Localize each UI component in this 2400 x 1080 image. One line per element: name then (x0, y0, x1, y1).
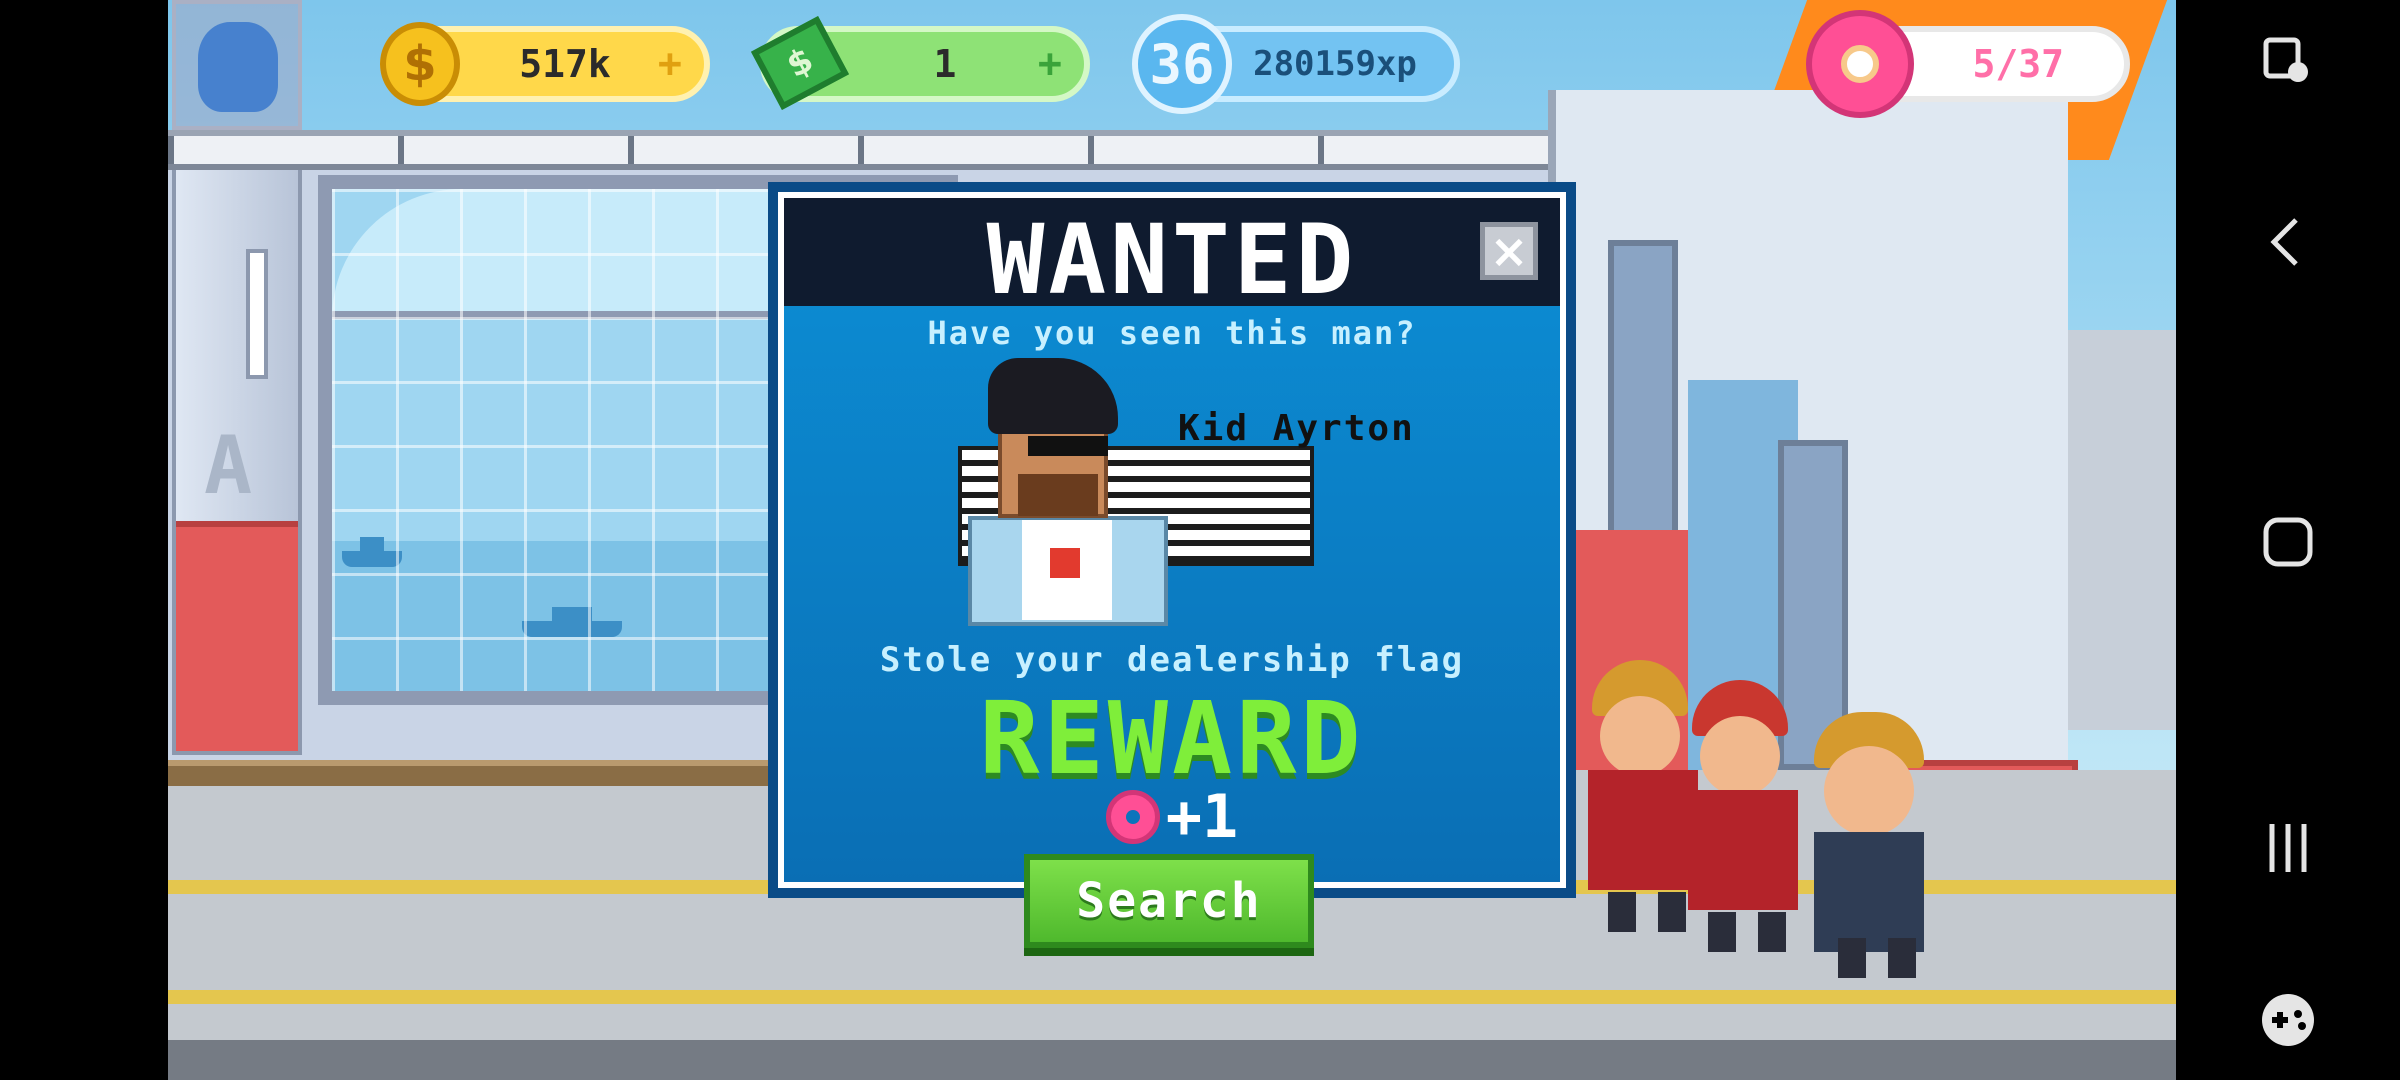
android-nav-bar (2176, 0, 2400, 1080)
add-coins-button[interactable]: + (658, 41, 682, 87)
level-value: 36 (1149, 32, 1215, 96)
overpass (2068, 330, 2176, 730)
donut-icon (1105, 790, 1160, 844)
reward-row: +1 (778, 782, 1566, 852)
reward-amount: +1 (1165, 782, 1239, 852)
floor-rail (168, 760, 768, 786)
donut-icon (1806, 10, 1914, 118)
floor-stripe (168, 990, 2176, 1004)
suspect-beard (1018, 474, 1098, 516)
railing (168, 130, 1608, 170)
add-cash-button[interactable]: + (1038, 41, 1062, 87)
suspect-sunglasses (1028, 436, 1108, 456)
level-badge-icon: 36 (1132, 14, 1232, 114)
suspect-shirt-logo (1050, 548, 1080, 578)
suspect-name: Kid Ayrton (1178, 408, 1415, 449)
donut-value: 5/37 (1972, 42, 2064, 86)
worker-character[interactable] (1688, 680, 1828, 980)
avatar-icon (198, 22, 278, 112)
wall-light (246, 249, 268, 379)
game-viewport[interactable]: A 517k + $ 1 + $ 280159xp 36 5/37 WANTED… (168, 0, 2176, 1080)
dialog-title: WANTED (986, 204, 1358, 316)
screen-lock-icon[interactable] (2246, 18, 2330, 102)
wanted-dialog: WANTED × Have you seen this man? Kid Ayr… (768, 182, 1576, 898)
pillar-base (176, 521, 298, 751)
coins-value: 517k (519, 42, 611, 86)
suspect-mugshot (958, 352, 1338, 626)
player-avatar[interactable] (172, 0, 302, 130)
search-button[interactable]: Search (1024, 854, 1314, 948)
back-icon[interactable] (2246, 200, 2330, 284)
reward-label: REWARD (979, 680, 1365, 797)
cash-value: 1 (933, 42, 957, 86)
floor-edge (168, 1040, 2176, 1080)
worker-character[interactable] (1808, 712, 1958, 978)
close-button[interactable]: × (1480, 222, 1538, 280)
pillar: A (172, 165, 302, 755)
pillar-letter: A (204, 419, 253, 512)
suspect-hair (988, 358, 1118, 434)
crime-description: Stole your dealership flag (879, 640, 1465, 680)
recents-icon[interactable] (2246, 806, 2330, 890)
dialog-header: WANTED (784, 198, 1560, 316)
coin-icon: $ (380, 22, 460, 106)
dialog-subtitle: Have you seen this man? (927, 314, 1417, 352)
game-tools-icon[interactable] (2246, 978, 2330, 1062)
home-icon[interactable] (2246, 500, 2330, 584)
